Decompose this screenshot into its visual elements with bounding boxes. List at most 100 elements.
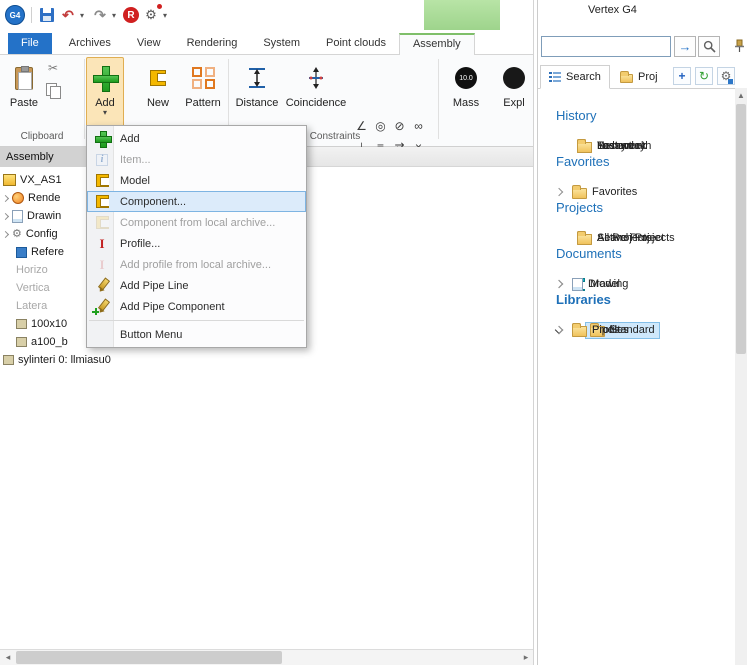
menu-item-component[interactable]: Component... <box>87 191 306 212</box>
ribbon-tab-point-clouds[interactable]: Point clouds <box>313 32 399 54</box>
tree-item-all-projects[interactable]: All Projects <box>556 228 657 248</box>
menu-item-component-from-local-archive[interactable]: Component from local archive... <box>87 212 306 233</box>
assembly-tree-item-drawin[interactable]: Drawin <box>3 207 61 225</box>
distance-label: Distance <box>236 97 279 109</box>
ribbon-tab-archives[interactable]: Archives <box>56 32 124 54</box>
undo-dropdown[interactable]: ▾ <box>80 11 88 20</box>
pattern-button[interactable]: Pattern <box>180 57 226 127</box>
explode-button[interactable]: Expl <box>492 57 534 127</box>
section-header-history[interactable]: History <box>556 108 596 123</box>
add-button[interactable]: Add ▾ <box>86 57 124 127</box>
folder-icon <box>572 188 587 199</box>
recent-r-badge[interactable]: R <box>123 7 139 23</box>
expand-chevron-icon[interactable] <box>2 230 9 237</box>
item-icon: i <box>96 154 108 166</box>
tree-item-content: Last month <box>572 138 656 155</box>
drawing-icon <box>12 210 23 223</box>
ribbon-tab-assembly[interactable]: Assembly <box>399 33 475 55</box>
menu-item-add-pipe-line[interactable]: Add Pipe Line <box>87 275 306 296</box>
copy-button[interactable] <box>44 81 62 99</box>
tree-item-pipes[interactable]: Pipes <box>556 320 625 340</box>
expand-chevron-icon[interactable] <box>555 280 563 288</box>
tree-item-favorites[interactable]: Favorites <box>556 182 642 202</box>
expand-chevron-icon[interactable] <box>2 194 9 201</box>
undo-button[interactable]: ↶ <box>59 5 77 25</box>
new-button[interactable]: New <box>138 57 178 127</box>
scroll-up-arrow-icon[interactable]: ▲ <box>735 88 747 102</box>
tree-item-drawing[interactable]: Drawing <box>556 274 633 294</box>
tree-item-label: Config <box>26 228 58 240</box>
part-icon <box>16 319 27 329</box>
customize-gear-icon[interactable]: ⚙ <box>142 5 160 25</box>
vertical-scrollbar[interactable]: ▲ <box>735 88 747 665</box>
clipboard-group-label: Clipboard <box>0 131 84 142</box>
menu-item-add[interactable]: Add <box>87 128 306 149</box>
scroll-left-arrow-icon[interactable]: ◂ <box>0 650 16 665</box>
expand-chevron-icon[interactable] <box>2 212 9 219</box>
coincidence-icon <box>305 62 327 94</box>
vertex-logo[interactable]: G4 <box>5 5 25 25</box>
expand-chevron-icon[interactable] <box>555 326 563 334</box>
paste-icon <box>15 67 33 90</box>
ribbon-tab-system[interactable]: System <box>250 32 313 54</box>
menu-item-profile[interactable]: IProfile... <box>87 233 306 254</box>
coincidence-button[interactable]: Coincidence <box>284 57 348 127</box>
horizontal-scrollbar-thumb[interactable] <box>16 651 282 664</box>
mass-button[interactable]: 10.0 Mass <box>446 57 486 127</box>
menu-item-button-menu[interactable]: Button Menu <box>87 324 306 345</box>
ribbon-tab-view[interactable]: View <box>124 32 174 54</box>
menu-item-add-pipe-component[interactable]: Add Pipe Component <box>87 296 306 317</box>
vertical-scrollbar-thumb[interactable] <box>736 104 746 354</box>
assembly-tree-item-vx-as1[interactable]: VX_AS1 <box>3 171 62 189</box>
menu-item-label: Add profile from local archive... <box>120 259 271 271</box>
save-button[interactable] <box>38 5 56 25</box>
redo-button[interactable]: ↷ <box>91 5 109 25</box>
menu-item-add-profile-from-local-archive[interactable]: IAdd profile from local archive... <box>87 254 306 275</box>
assembly-tree-item-latera[interactable]: Latera <box>3 297 47 315</box>
assembly-tree-item-refere[interactable]: Refere <box>3 243 64 261</box>
ribbon-tab-file[interactable]: File <box>8 33 52 54</box>
section-header-libraries[interactable]: Libraries <box>556 292 611 307</box>
menu-item-icon-cell <box>93 299 111 314</box>
tree-item-content: All Projects <box>572 230 657 247</box>
save-icon <box>40 8 54 22</box>
expand-chevron-icon[interactable] <box>555 188 563 196</box>
menu-item-icon-cell <box>93 174 111 187</box>
menu-item-item[interactable]: iItem... <box>87 149 306 170</box>
paste-button[interactable]: Paste <box>4 57 44 127</box>
tree-item-label: Last month <box>597 140 651 152</box>
group-separator <box>438 59 439 139</box>
distance-button[interactable]: Distance <box>232 57 282 127</box>
redo-dropdown[interactable]: ▾ <box>112 11 120 20</box>
assembly-tree-item-sylinteri-0-llmiasu0[interactable]: sylinteri 0: llmiasu0 <box>3 351 111 369</box>
config-icon: ⚙ <box>12 229 22 240</box>
menu-item-model[interactable]: Model <box>87 170 306 191</box>
component-icon <box>96 195 109 208</box>
tree-item-last-month[interactable]: Last month <box>556 136 656 156</box>
assembly-tree-item-100x10[interactable]: 100x10 <box>3 315 67 333</box>
assembly-tree-item-config[interactable]: ⚙ Config <box>3 225 58 243</box>
assembly-tree-item-a100-b[interactable]: a100_b <box>3 333 68 351</box>
menu-item-icon-cell <box>93 278 111 293</box>
cut-button[interactable]: ✂ <box>44 59 62 77</box>
scroll-right-arrow-icon[interactable]: ▸ <box>518 650 534 665</box>
menu-item-label: Profile... <box>120 238 160 250</box>
mass-label: Mass <box>453 97 479 109</box>
tree-item-label: Latera <box>16 300 47 312</box>
main-window: G4 ↶ ▾ ↷ ▾ R ⚙ ▾ FileArchivesViewRenderi… <box>0 0 534 665</box>
ribbon-tab-rendering[interactable]: Rendering <box>174 32 251 54</box>
paste-label: Paste <box>10 97 38 109</box>
menu-item-icon-cell <box>93 216 111 229</box>
section-header-documents[interactable]: Documents <box>556 246 622 261</box>
section-header-favorites[interactable]: Favorites <box>556 154 609 169</box>
quick-access-dropdown[interactable]: ▾ <box>163 11 171 20</box>
assembly-tree-item-vertica[interactable]: Vertica <box>3 279 50 297</box>
assembly-tree-item-horizo[interactable]: Horizo <box>3 261 48 279</box>
section-header-projects[interactable]: Projects <box>556 200 603 215</box>
assembly-panel-tab[interactable]: Assembly <box>0 147 88 167</box>
assembly-tree-item-rende[interactable]: Rende <box>3 189 60 207</box>
vertex-side-panel: Vertex G4 → Search Proj + ↻ ⚙ HistoryRec… <box>537 0 747 665</box>
horizontal-scrollbar[interactable]: ◂ ▸ <box>0 649 534 665</box>
menu-item-label: Add Pipe Component <box>120 301 225 313</box>
explode-label: Expl <box>503 97 524 109</box>
